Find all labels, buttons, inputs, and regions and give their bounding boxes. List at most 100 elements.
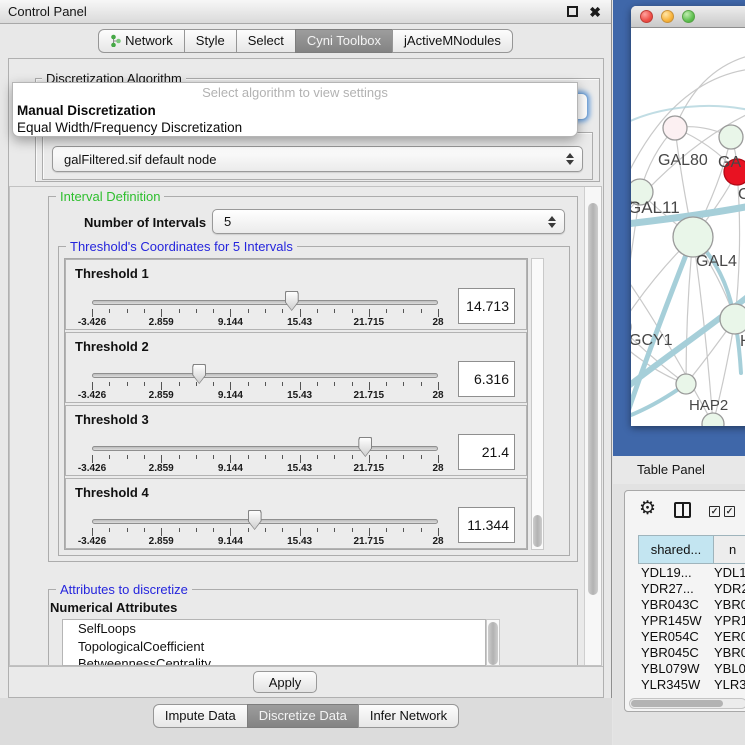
zoom-traffic-light-icon[interactable] <box>682 10 695 23</box>
tab-label: Impute Data <box>165 708 236 723</box>
checkbox-icon-1[interactable]: ✓ <box>709 506 720 517</box>
threshold-value-field[interactable]: 6.316 <box>458 361 515 397</box>
close-icon[interactable]: ✖ <box>589 3 601 21</box>
table-row[interactable]: YBR045CYBR0 <box>625 645 745 661</box>
settings-gear-icon[interactable]: ⚙ <box>639 497 656 520</box>
slider-track[interactable] <box>92 373 438 378</box>
dropdown-option-manual[interactable]: Manual Discretization <box>16 102 574 119</box>
attributes-list-scrollbar[interactable] <box>486 619 500 666</box>
number-of-intervals-value: 5 <box>224 210 231 233</box>
main-scrollbar[interactable] <box>584 187 601 665</box>
slider-thumb[interactable] <box>192 364 206 384</box>
column-header-name[interactable]: n <box>713 535 745 564</box>
dropdown-option-equal-width[interactable]: Equal Width/Frequency Discretization <box>16 119 574 136</box>
table-panel-body: ⚙ ✓ ✓ shared... n YDL19...YDL1YDR27...YD… <box>613 484 745 745</box>
main-scrollbar-thumb[interactable] <box>588 203 598 595</box>
slider-thumb[interactable] <box>248 510 262 530</box>
cell-shared-name: YPR145W <box>625 613 714 628</box>
attribute-list-item[interactable]: SelfLoops <box>63 620 485 638</box>
slider-tick-labels: -3.4262.8599.14415.4321.71528 <box>92 536 438 548</box>
float-window-icon[interactable] <box>567 6 578 17</box>
table-row[interactable]: YLR345WYLR3 <box>625 677 745 693</box>
control-panel-titlebar: Control Panel ✖ <box>0 0 611 24</box>
tab-style[interactable]: Style <box>184 29 237 53</box>
threshold-row: Threshold 2-3.4262.8599.14415.4321.71528… <box>65 332 527 403</box>
cell-name: YIL0 <box>714 693 741 696</box>
tab-label: jActiveMNodules <box>404 33 501 48</box>
number-of-intervals-combo[interactable]: 5 <box>212 209 565 234</box>
network-node[interactable] <box>720 304 745 334</box>
attribute-list-item[interactable]: BetweennessCentrality <box>63 655 485 666</box>
cell-shared-name: YDL19... <box>625 565 714 580</box>
tab-impute-data[interactable]: Impute Data <box>153 704 248 728</box>
threshold-scrollbar[interactable] <box>531 258 544 550</box>
slider-track[interactable] <box>92 519 438 524</box>
column-header-shared-name[interactable]: shared... <box>638 535 714 564</box>
close-traffic-light-icon[interactable] <box>640 10 653 23</box>
tab-discretize-data[interactable]: Discretize Data <box>247 704 359 728</box>
slider-thumb[interactable] <box>358 437 372 457</box>
tab-select[interactable]: Select <box>236 29 296 53</box>
table-row[interactable]: YBL079WYBL0 <box>625 661 745 677</box>
slider-track[interactable] <box>92 446 438 451</box>
tab-infer-network[interactable]: Infer Network <box>358 704 459 728</box>
bottom-tab-bar: Impute Data Discretize Data Infer Network <box>0 704 612 728</box>
threshold-scrollbar-thumb[interactable] <box>533 515 542 547</box>
columns-icon[interactable] <box>674 502 691 518</box>
tab-label: Discretize Data <box>259 708 347 723</box>
tab-label: Infer Network <box>370 708 447 723</box>
table-hscrollbar[interactable] <box>629 698 745 709</box>
network-node[interactable] <box>676 374 696 394</box>
table-data-combo[interactable]: galFiltered.sif default node <box>52 146 583 172</box>
node-label: GAL11 <box>631 198 680 217</box>
network-window-titlebar <box>631 6 745 28</box>
network-node[interactable] <box>702 413 724 426</box>
threshold-value-field[interactable]: 21.4 <box>458 434 515 470</box>
table-hscrollbar-thumb[interactable] <box>631 700 723 707</box>
threshold-rows-container: Threshold 1-3.4262.8599.14415.4321.71528… <box>64 258 528 550</box>
threshold-label: Threshold 3 <box>75 412 149 427</box>
tab-label: Select <box>248 33 284 48</box>
numerical-attributes-label: Numerical Attributes <box>50 600 177 615</box>
checkbox-icon-2[interactable]: ✓ <box>724 506 735 517</box>
attribute-list-item[interactable]: TopologicalCoefficient <box>63 638 485 656</box>
attributes-group-title: Attributes to discretize <box>56 582 192 597</box>
node-label: GAL80 <box>658 152 708 169</box>
tab-cyni-toolbox[interactable]: Cyni Toolbox <box>295 29 393 53</box>
slider-tick-labels: -3.4262.8599.14415.4321.71528 <box>92 390 438 402</box>
table-data-combo-value: galFiltered.sif default node <box>64 147 216 171</box>
number-of-intervals-label: Number of Intervals <box>84 215 206 230</box>
network-canvas[interactable]: GAL80GACGAL11GAL4GCY1HHAP2 <box>631 28 745 426</box>
threshold-value-field[interactable]: 11.344 <box>458 507 515 543</box>
table-row[interactable]: YDL19...YDL1 <box>625 565 745 581</box>
network-node[interactable] <box>673 217 713 257</box>
numerical-attributes-list[interactable]: SelfLoopsTopologicalCoefficientBetweenne… <box>62 619 486 666</box>
table-row[interactable]: YPR145WYPR1 <box>625 613 745 629</box>
node-label: GCY1 <box>631 332 673 349</box>
network-graph[interactable]: GAL80GACGAL11GAL4GCY1HHAP2 <box>631 28 745 426</box>
tab-label: Cyni Toolbox <box>307 33 381 48</box>
slider-thumb[interactable] <box>285 291 299 311</box>
table-row[interactable]: YIL052CYIL0 <box>625 693 745 696</box>
dropdown-hint: Select algorithm to view settings <box>13 85 577 100</box>
combo-stepper-icon <box>548 216 556 228</box>
node-table-panel: ⚙ ✓ ✓ shared... n YDL19...YDL1YDR27...YD… <box>624 490 745 712</box>
combo-stepper-icon <box>566 153 574 165</box>
bottom-tab-area: Impute Data Discretize Data Infer Network <box>0 698 612 745</box>
network-node[interactable] <box>719 125 743 149</box>
table-row[interactable]: YDR27...YDR2 <box>625 581 745 597</box>
algorithm-dropdown-popup: Select algorithm to view settings Manual… <box>12 82 578 137</box>
apply-strip: Apply <box>9 666 603 697</box>
tab-network[interactable]: Network <box>98 29 185 53</box>
tab-jactivemnodules[interactable]: jActiveMNodules <box>392 29 513 53</box>
node-label: H <box>740 333 745 350</box>
apply-button[interactable]: Apply <box>253 671 317 693</box>
threshold-value-field[interactable]: 14.713 <box>458 288 515 324</box>
table-row[interactable]: YBR043CYBR0 <box>625 597 745 613</box>
minimize-traffic-light-icon[interactable] <box>661 10 674 23</box>
table-row[interactable]: YER054CYER0 <box>625 629 745 645</box>
attributes-scrollbar-thumb[interactable] <box>488 622 498 665</box>
network-node[interactable] <box>663 116 687 140</box>
slider-track[interactable] <box>92 300 438 305</box>
panel-title: Control Panel <box>8 0 87 24</box>
